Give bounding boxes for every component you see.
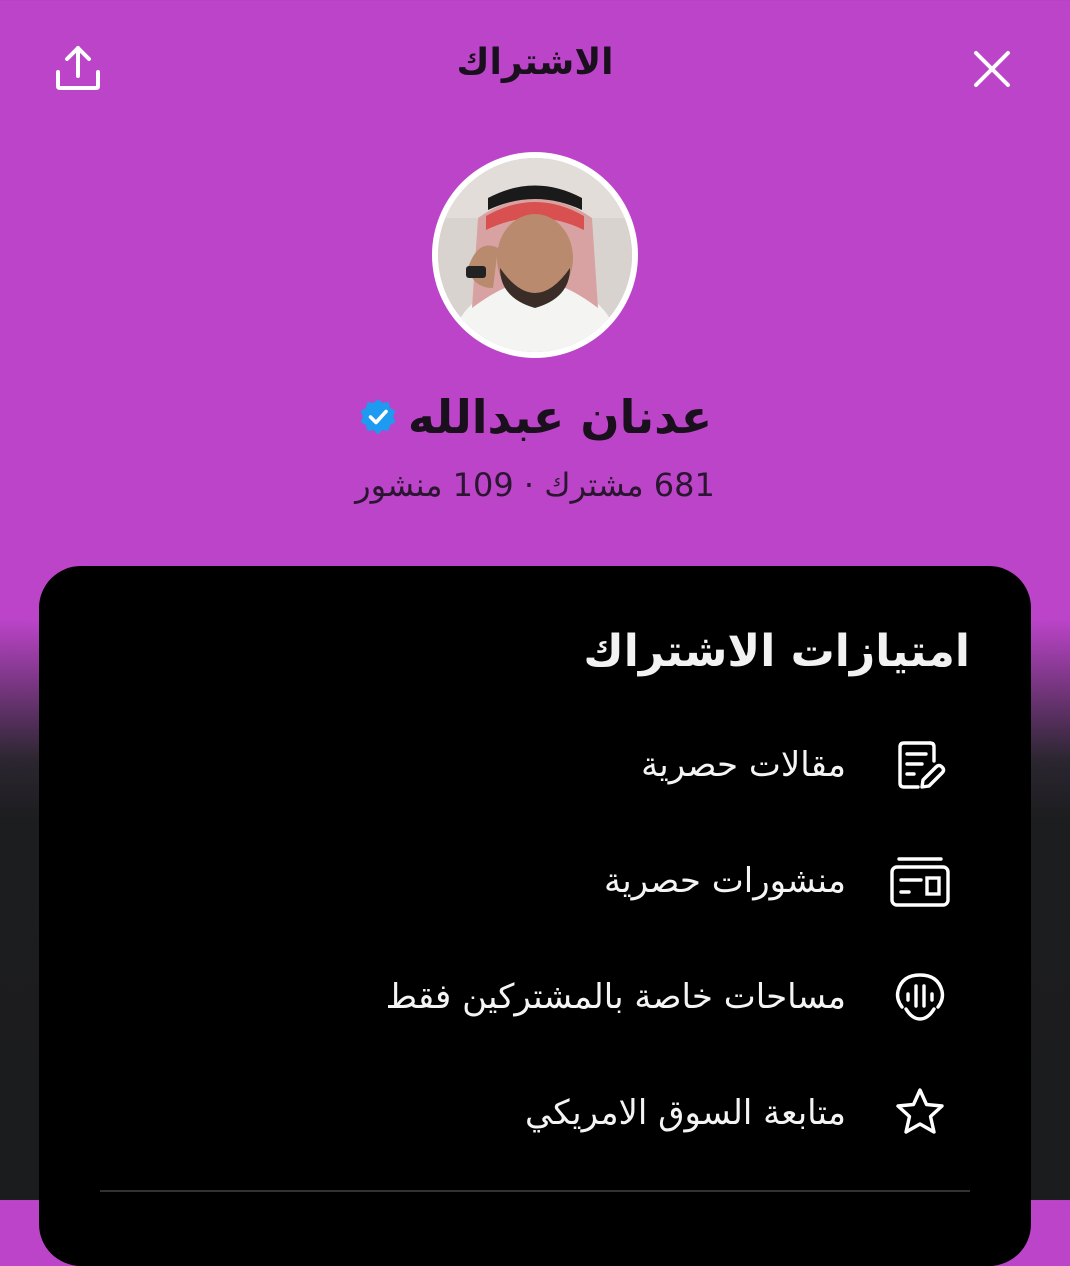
avatar[interactable] bbox=[432, 152, 638, 358]
share-button[interactable] bbox=[50, 40, 106, 96]
benefit-item-posts: منشورات حصرية bbox=[252, 846, 952, 916]
subscriber-stats: 681 مشترك · 109 منشور bbox=[355, 466, 715, 504]
posts-icon bbox=[888, 849, 952, 913]
benefit-item-us-market: متابعة السوق الامريكي bbox=[252, 1078, 952, 1148]
spaces-icon bbox=[888, 965, 952, 1029]
profile-name-row: عدنان عبدالله bbox=[0, 390, 1070, 444]
divider bbox=[100, 1190, 970, 1192]
benefits-title: امتيازات الاشتراك bbox=[583, 626, 970, 677]
benefit-label: مساحات خاصة بالمشتركين فقط bbox=[385, 977, 846, 1017]
top-bar: الاشتراك bbox=[0, 0, 1070, 140]
benefit-label: مقالات حصرية bbox=[641, 745, 846, 785]
benefit-label: منشورات حصرية bbox=[603, 861, 846, 901]
benefit-label: متابعة السوق الامريكي bbox=[524, 1093, 846, 1133]
benefit-item-articles: مقالات حصرية bbox=[252, 730, 952, 800]
benefit-item-spaces: مساحات خاصة بالمشتركين فقط bbox=[252, 962, 952, 1032]
star-icon bbox=[888, 1081, 952, 1145]
share-icon bbox=[56, 46, 100, 90]
verified-badge-icon bbox=[360, 399, 396, 435]
avatar-photo bbox=[438, 158, 632, 352]
page-title: الاشتراك bbox=[456, 42, 614, 83]
profile-name: عدنان عبدالله bbox=[407, 390, 713, 444]
article-icon bbox=[888, 733, 952, 797]
